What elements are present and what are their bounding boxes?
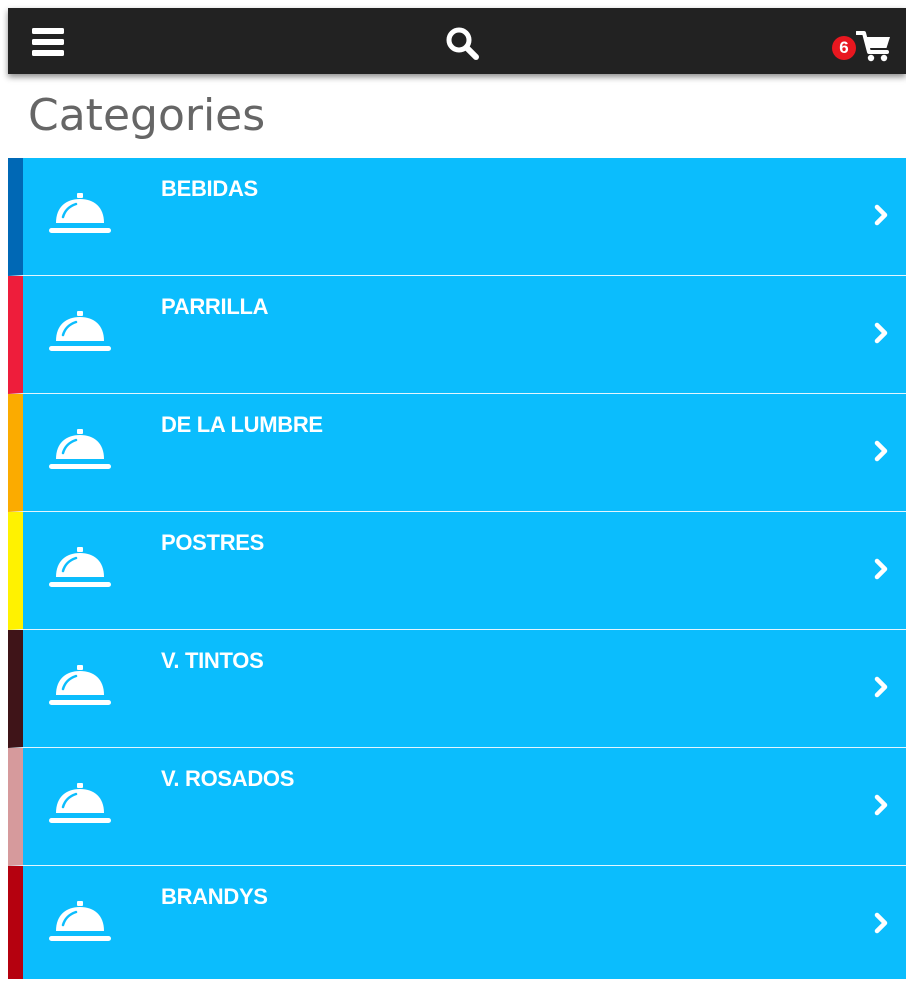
- hamburger-menu-icon: [32, 28, 64, 56]
- chevron-right-icon: [874, 440, 888, 462]
- category-item-v-tintos[interactable]: V. TINTOS: [8, 630, 906, 748]
- top-navigation-bar: 6: [8, 8, 906, 74]
- category-item-brandys[interactable]: BRANDYS: [8, 866, 906, 979]
- service-bell-icon: [49, 665, 111, 705]
- service-bell-icon: [49, 547, 111, 587]
- category-label: V. TINTOS: [161, 648, 264, 673]
- cart-count-badge: 6: [832, 36, 856, 60]
- category-label: PARRILLA: [161, 294, 269, 319]
- category-item-v-rosados[interactable]: V. ROSADOS: [8, 748, 906, 866]
- page-title: Categories: [28, 90, 266, 141]
- search-icon: [446, 27, 479, 60]
- menu-button[interactable]: [32, 27, 66, 57]
- cart-button[interactable]: 6: [832, 22, 898, 62]
- service-bell-icon: [49, 429, 111, 469]
- chevron-right-icon: [874, 676, 888, 698]
- chevron-right-icon: [874, 204, 888, 226]
- chevron-right-icon: [874, 558, 888, 580]
- category-item-parrilla[interactable]: PARRILLA: [8, 276, 906, 394]
- category-item-bebidas[interactable]: BEBIDAS: [8, 158, 906, 276]
- category-label: DE LA LUMBRE: [161, 412, 323, 437]
- chevron-right-icon: [874, 794, 888, 816]
- category-item-postres[interactable]: POSTRES: [8, 512, 906, 630]
- service-bell-icon: [49, 193, 111, 233]
- category-label: POSTRES: [161, 530, 265, 555]
- chevron-right-icon: [874, 322, 888, 344]
- service-bell-icon: [49, 783, 111, 823]
- category-item-de-la-lumbre[interactable]: DE LA LUMBRE: [8, 394, 906, 512]
- service-bell-icon: [49, 901, 111, 941]
- category-list: BEBIDAS PARRILLA DE LA LUMBRE POSTRES V.…: [8, 158, 906, 979]
- search-button[interactable]: [444, 26, 482, 62]
- shopping-cart-icon: [856, 31, 890, 62]
- service-bell-icon: [49, 311, 111, 351]
- category-label: BEBIDAS: [161, 176, 258, 201]
- category-label: BRANDYS: [161, 884, 268, 909]
- category-label: V. ROSADOS: [161, 766, 295, 791]
- chevron-right-icon: [874, 912, 888, 934]
